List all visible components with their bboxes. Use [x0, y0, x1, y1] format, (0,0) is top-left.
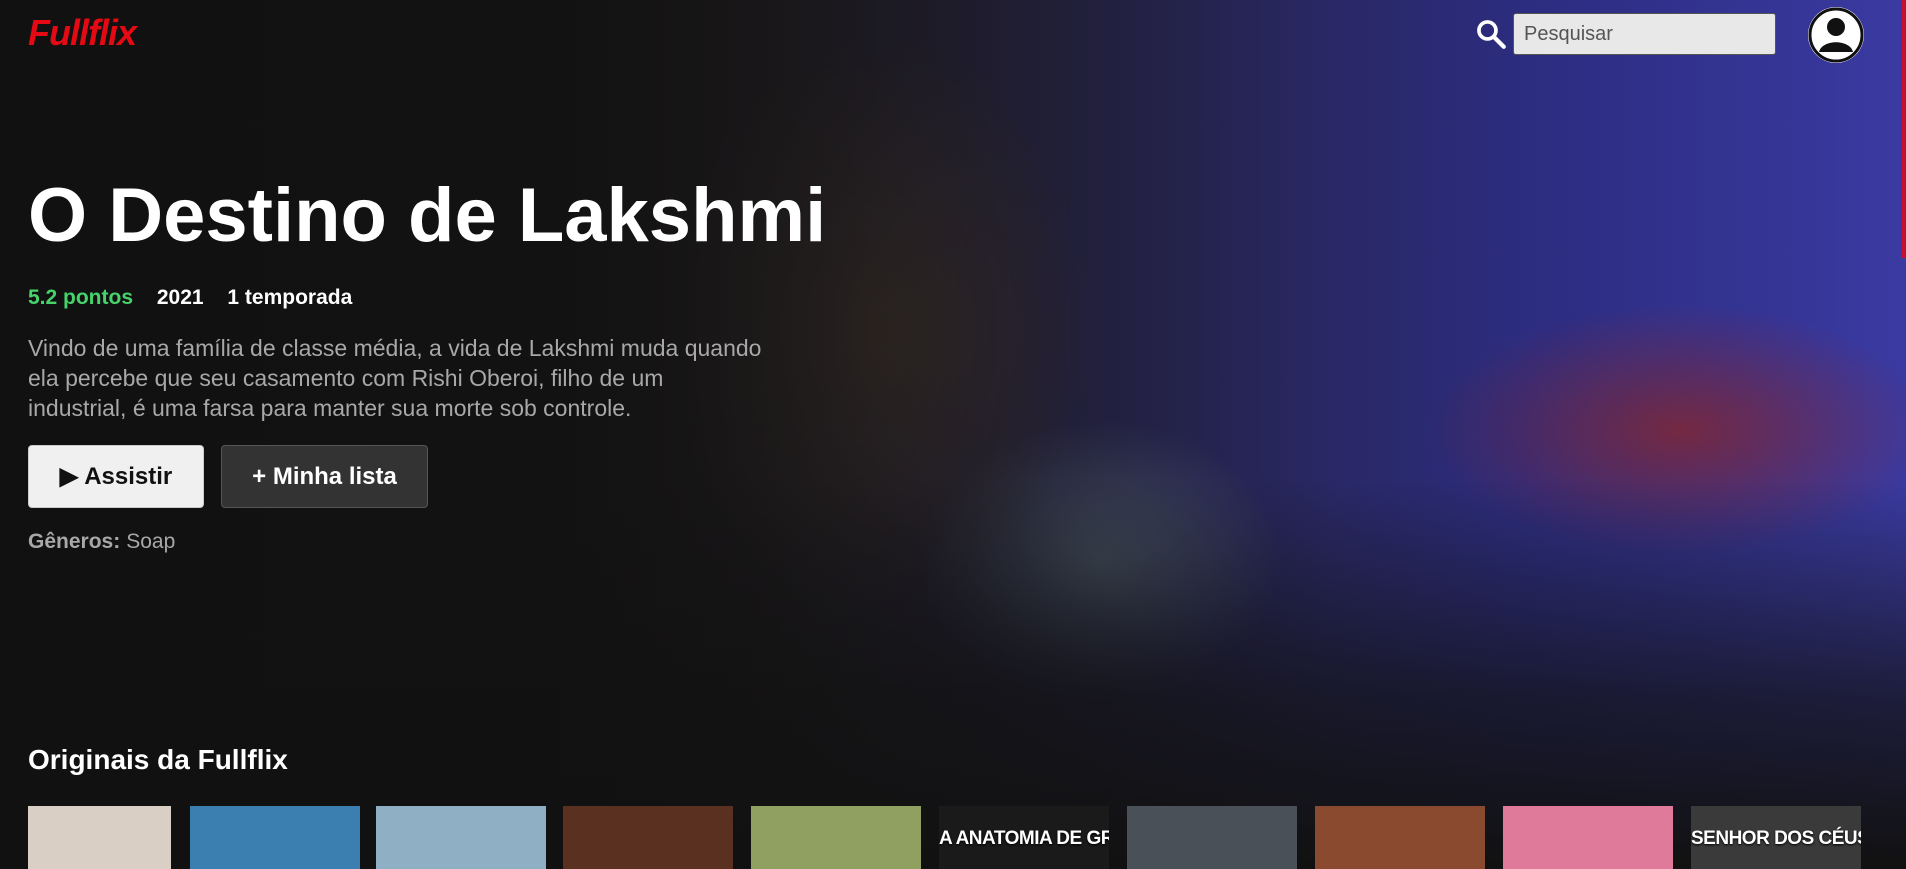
genres-line: Gêneros: Soap: [28, 530, 175, 554]
genres-label: Gêneros:: [28, 530, 121, 553]
fullflix-logo[interactable]: Fullflix: [28, 12, 137, 54]
watch-button[interactable]: ▶ Assistir: [28, 445, 204, 508]
thumbnail[interactable]: [376, 806, 546, 869]
originals-row: A ANATOMIA DE GREY SENHOR DOS CÉUS: [28, 806, 1906, 869]
featured-score: 5.2 pontos: [28, 286, 134, 309]
thumbnail[interactable]: [1503, 806, 1673, 869]
watch-button-label: Assistir: [84, 462, 173, 490]
thumbnail[interactable]: A ANATOMIA DE GREY: [939, 806, 1109, 869]
featured-title: O Destino de Lakshmi: [28, 173, 827, 258]
thumbnail[interactable]: [28, 806, 171, 869]
featured-meta: 5.2 pontos 2021 1 temporada: [28, 286, 370, 310]
search-input[interactable]: [1513, 13, 1776, 55]
thumbnail[interactable]: [1315, 806, 1485, 869]
thumbnail[interactable]: [563, 806, 733, 869]
scroll-indicator: [1902, 0, 1906, 258]
search-icon[interactable]: [1474, 17, 1508, 51]
thumbnail[interactable]: SENHOR DOS CÉUS: [1691, 806, 1861, 869]
my-list-button-label: + Minha lista: [252, 462, 397, 490]
row-title: Originais da Fullflix: [28, 744, 288, 775]
thumbnail-caption: SENHOR DOS CÉUS: [1691, 828, 1861, 849]
featured-description: Vindo de uma família de classe média, a …: [28, 335, 762, 421]
featured-seasons: 1 temporada: [227, 286, 353, 309]
thumbnail[interactable]: [190, 806, 360, 869]
hero-fade-vertical: [0, 0, 1906, 869]
user-avatar-icon[interactable]: [1806, 5, 1866, 65]
my-list-button[interactable]: + Minha lista: [221, 445, 428, 508]
genres-value: Soap: [126, 530, 176, 553]
featured-year: 2021: [156, 286, 204, 309]
play-icon: ▶: [59, 463, 79, 490]
thumbnail[interactable]: [1127, 806, 1297, 869]
thumbnail[interactable]: [751, 806, 921, 869]
thumbnail-caption: A ANATOMIA DE GREY: [939, 828, 1109, 849]
